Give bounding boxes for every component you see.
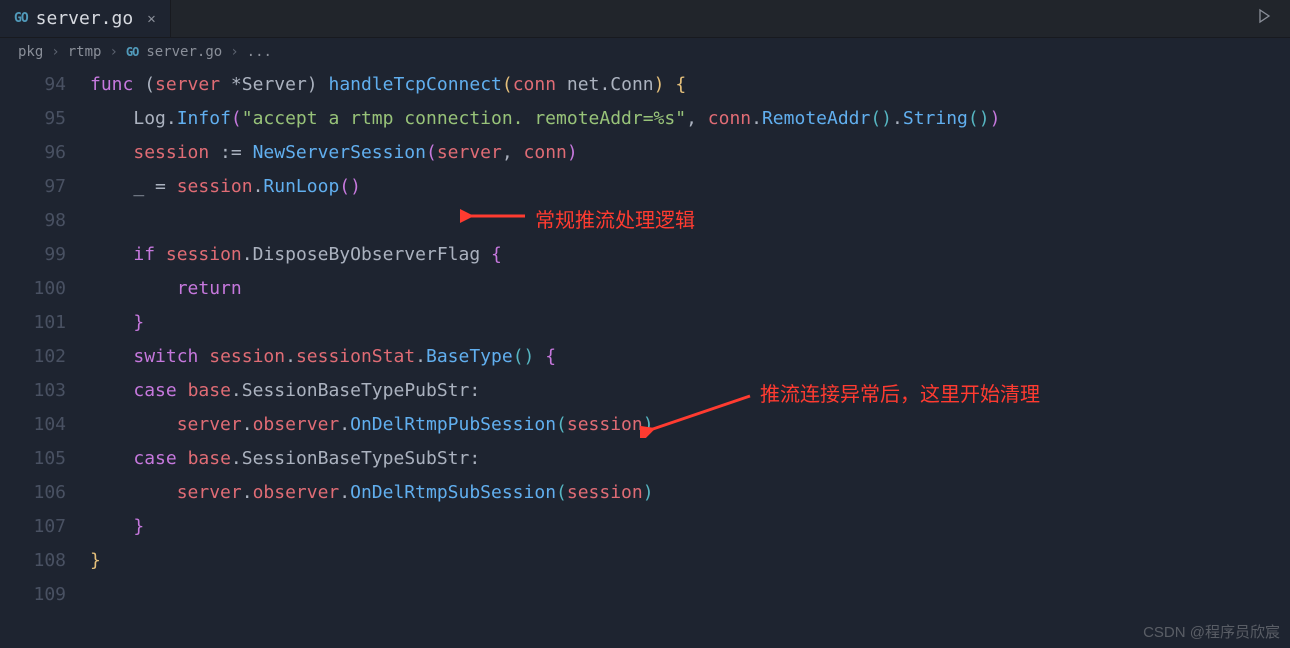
code-line[interactable]: Log.Infof("accept a rtmp connection. rem… <box>90 102 1290 136</box>
annotation-1: 常规推流处理逻辑 <box>535 204 695 233</box>
line-number: 103 <box>0 374 66 408</box>
run-icon[interactable] <box>1256 8 1272 29</box>
code-line[interactable]: } <box>90 510 1290 544</box>
line-number: 97 <box>0 170 66 204</box>
line-number: 102 <box>0 340 66 374</box>
line-number-gutter: 94 95 96 97 98 99 100 101 102 103 104 10… <box>0 68 90 612</box>
close-icon[interactable]: ✕ <box>147 11 155 27</box>
code-line[interactable]: if session.DisposeByObserverFlag { <box>90 238 1290 272</box>
breadcrumb-rtmp[interactable]: rtmp <box>68 44 102 60</box>
code-line[interactable]: _ = session.RunLoop() <box>90 170 1290 204</box>
code-line[interactable] <box>90 578 1290 612</box>
annotation-arrow-icon <box>640 388 760 438</box>
code-line[interactable]: case base.SessionBaseTypeSubStr: <box>90 442 1290 476</box>
code-line[interactable]: } <box>90 544 1290 578</box>
line-number: 108 <box>0 544 66 578</box>
breadcrumb-more[interactable]: ... <box>247 44 272 60</box>
breadcrumb-file[interactable]: server.go <box>146 44 222 60</box>
code-line[interactable]: switch session.sessionStat.BaseType() { <box>90 340 1290 374</box>
chevron-right-icon: › <box>109 44 117 60</box>
watermark: CSDN @程序员欣宸 <box>1143 621 1280 642</box>
code-line[interactable]: return <box>90 272 1290 306</box>
line-number: 107 <box>0 510 66 544</box>
line-number: 98 <box>0 204 66 238</box>
tab-bar: GO server.go ✕ <box>0 0 1290 38</box>
line-number: 99 <box>0 238 66 272</box>
line-number: 101 <box>0 306 66 340</box>
tab-filename: server.go <box>36 8 134 29</box>
line-number: 105 <box>0 442 66 476</box>
chevron-right-icon: › <box>51 44 59 60</box>
line-number: 109 <box>0 578 66 612</box>
code-editor[interactable]: 94 95 96 97 98 99 100 101 102 103 104 10… <box>0 66 1290 612</box>
line-number: 100 <box>0 272 66 306</box>
annotation-2: 推流连接异常后，这里开始清理 <box>760 378 1040 407</box>
line-number: 96 <box>0 136 66 170</box>
line-number: 104 <box>0 408 66 442</box>
tab-server-go[interactable]: GO server.go ✕ <box>0 0 171 37</box>
line-number: 106 <box>0 476 66 510</box>
breadcrumb[interactable]: pkg › rtmp › GO server.go › ... <box>0 38 1290 66</box>
annotation-arrow-icon <box>460 206 530 226</box>
chevron-right-icon: › <box>230 44 238 60</box>
code-line[interactable]: func (server *Server) handleTcpConnect(c… <box>90 68 1290 102</box>
go-file-icon: GO <box>126 45 138 59</box>
line-number: 94 <box>0 68 66 102</box>
code-line[interactable]: server.observer.OnDelRtmpSubSession(sess… <box>90 476 1290 510</box>
code-content[interactable]: func (server *Server) handleTcpConnect(c… <box>90 68 1290 612</box>
breadcrumb-pkg[interactable]: pkg <box>18 44 43 60</box>
go-file-icon: GO <box>14 11 28 26</box>
line-number: 95 <box>0 102 66 136</box>
code-line[interactable]: session := NewServerSession(server, conn… <box>90 136 1290 170</box>
code-line[interactable]: } <box>90 306 1290 340</box>
